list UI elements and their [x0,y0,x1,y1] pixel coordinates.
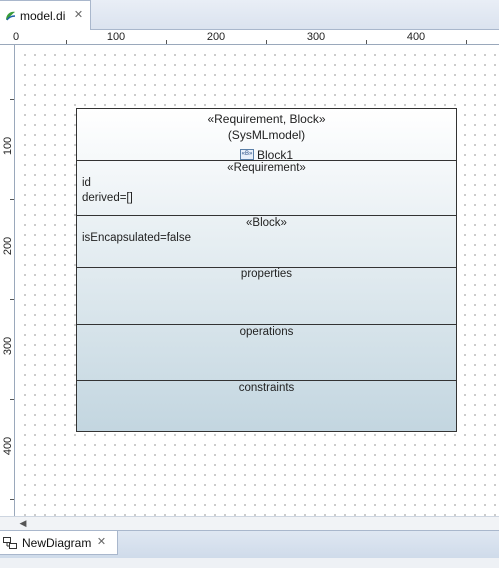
ruler-tick [266,40,267,44]
block-stereotypes: «Requirement, Block» [207,112,326,126]
requirement-attribute[interactable]: id [82,177,91,189]
block-icon: «B» [239,149,254,160]
ruler-tick [166,40,167,44]
block-name-row: «B» Block1 [77,144,456,162]
constraints-compartment-title: constraints [238,382,295,394]
requirement-compartment[interactable]: «Requirement» id derived=[] [77,160,456,215]
ruler-tick [10,299,14,300]
diagram-canvas[interactable]: «Requirement, Block» (SysMLmodel) «B» Bl… [16,46,499,516]
operations-compartment[interactable]: operations [77,324,456,380]
editor-tab-model-di[interactable]: model.di ✕ [0,0,91,30]
ruler-tick [10,199,14,200]
ruler-tick [466,40,467,44]
ruler-tick [66,40,67,44]
properties-compartment-title: properties [240,268,293,280]
ruler-top-label: 0 [12,31,20,43]
ruler-left-label: 200 [2,236,15,256]
editor-tab-label: model.di [20,9,66,23]
ruler-tick [366,40,367,44]
ruler-left-label: 300 [2,336,15,356]
ruler-left-label: 400 [2,436,15,456]
constraints-compartment[interactable]: constraints [77,380,456,431]
close-icon[interactable]: ✕ [96,537,107,548]
diagram-tab-bar: NewDiagram ✕ [0,530,499,558]
block-namespace: (SysMLmodel) [227,128,306,142]
sysml-block-node[interactable]: «Requirement, Block» (SysMLmodel) «B» Bl… [76,108,457,432]
diagram-tab-label: NewDiagram [22,536,92,550]
ruler-top-label: 400 [406,31,426,43]
ruler-tick [10,399,14,400]
ruler-tick [10,499,14,500]
ruler-tick [10,99,14,100]
status-strip [0,558,499,568]
ruler-top-label: 300 [306,31,326,43]
block-compartment-title: «Block» [246,217,287,229]
block-stereotype-compartment[interactable]: «Block» isEncapsulated=false [77,215,456,267]
diagram-icon [3,537,17,549]
requirement-compartment-title: «Requirement» [227,162,306,174]
papyrus-model-icon [6,11,16,21]
vertical-ruler: 100 200 300 400 [0,45,15,516]
block-attribute[interactable]: isEncapsulated=false [82,232,191,244]
editor-tab-bar: model.di ✕ [0,0,499,30]
requirement-attribute[interactable]: derived=[] [82,192,133,204]
ruler-corner [0,516,16,530]
close-icon[interactable]: ✕ [73,10,84,21]
scroll-left-arrow-icon[interactable]: ◀ [18,518,28,529]
properties-compartment[interactable]: properties [77,267,456,324]
ruler-top-label: 200 [206,31,226,43]
diagram-tab-newdiagram[interactable]: NewDiagram ✕ [0,531,118,555]
ruler-left-label: 100 [2,136,15,156]
horizontal-ruler: 0 100 200 300 400 [0,30,499,45]
ruler-top-label: 100 [106,31,126,43]
horizontal-scrollbar[interactable]: ◀ [16,516,499,530]
operations-compartment-title: operations [239,326,294,338]
